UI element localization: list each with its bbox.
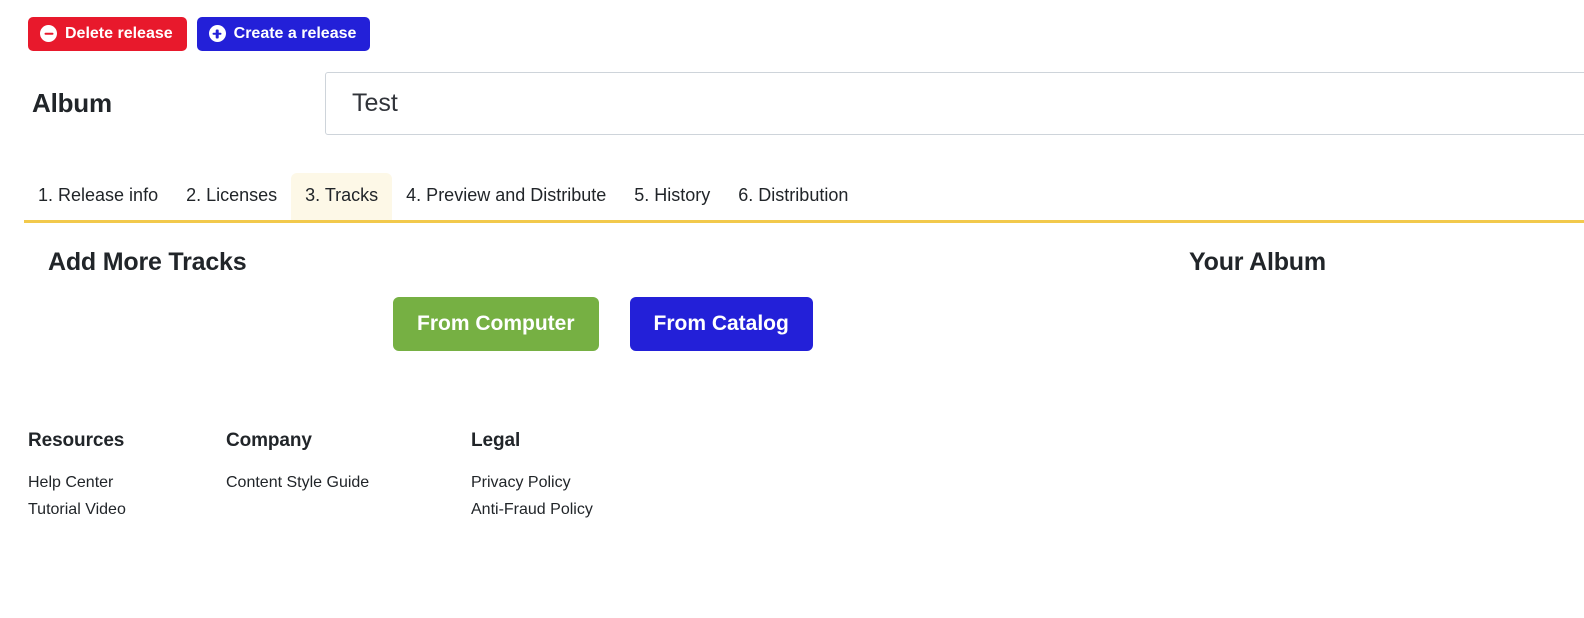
track-source-buttons: From Computer From Catalog	[393, 297, 813, 351]
release-type-label: Album	[32, 88, 112, 118]
footer-link-anti-fraud-policy[interactable]: Anti-Fraud Policy	[471, 501, 593, 519]
from-catalog-button[interactable]: From Catalog	[629, 297, 813, 351]
footer-heading-company: Company	[226, 430, 312, 451]
release-editor-page: Delete release Create a release Album 1.…	[0, 0, 1584, 618]
tracks-panel: Add More Tracks Your Album From Computer…	[0, 224, 1584, 404]
tabs-underline	[24, 220, 1584, 223]
tab-tracks[interactable]: 3. Tracks	[291, 173, 393, 220]
footer-link-tutorial-video[interactable]: Tutorial Video	[28, 501, 126, 519]
create-release-button[interactable]: Create a release	[196, 17, 371, 51]
footer-link-content-style-guide[interactable]: Content Style Guide	[226, 474, 369, 492]
your-album-heading: Your Album	[1189, 248, 1326, 276]
footer-heading-resources: Resources	[28, 430, 125, 451]
release-action-bar: Delete release Create a release	[28, 17, 371, 51]
footer-link-help-center[interactable]: Help Center	[28, 474, 126, 492]
release-step-tabs: 1. Release info 2. Licenses 3. Tracks 4.…	[0, 172, 1584, 224]
footer-heading-legal: Legal	[471, 430, 521, 451]
tab-licenses[interactable]: 2. Licenses	[172, 173, 291, 220]
footer-column-legal: Legal Privacy Policy Anti-Fraud Policy	[471, 430, 593, 528]
tab-preview-and-distribute[interactable]: 4. Preview and Distribute	[392, 173, 620, 220]
delete-release-button[interactable]: Delete release	[28, 17, 187, 51]
footer-column-company: Company Content Style Guide	[226, 430, 369, 501]
plus-circle-icon	[208, 25, 226, 42]
tab-history[interactable]: 5. History	[620, 173, 724, 220]
delete-release-label: Delete release	[65, 24, 173, 42]
tab-release-info[interactable]: 1. Release info	[24, 173, 172, 220]
tabs-strip: 1. Release info 2. Licenses 3. Tracks 4.…	[24, 172, 862, 220]
site-footer: Resources Help Center Tutorial Video Com…	[0, 430, 1584, 550]
add-more-tracks-heading: Add More Tracks	[48, 248, 247, 276]
minus-circle-icon	[40, 25, 57, 42]
release-title-input[interactable]	[325, 72, 1584, 135]
footer-link-privacy-policy[interactable]: Privacy Policy	[471, 474, 593, 492]
tab-distribution[interactable]: 6. Distribution	[724, 173, 862, 220]
footer-column-resources: Resources Help Center Tutorial Video	[28, 430, 126, 528]
from-computer-button[interactable]: From Computer	[393, 297, 599, 351]
release-title-row: Album	[0, 72, 1584, 136]
create-release-label: Create a release	[233, 24, 357, 42]
